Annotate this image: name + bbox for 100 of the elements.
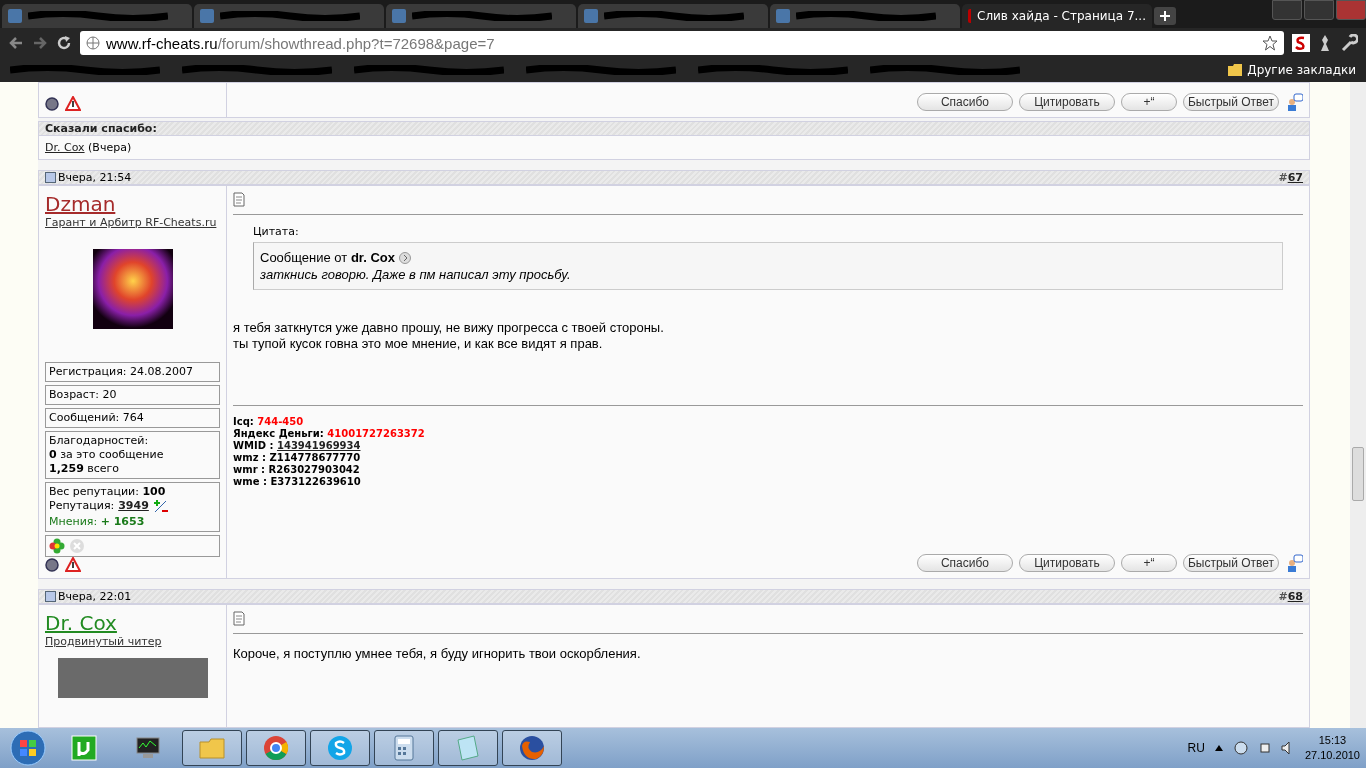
user-stat: Возраст: 20 xyxy=(45,385,220,405)
quote-label: Цитата: xyxy=(253,225,300,238)
chess-piece-icon[interactable] xyxy=(1318,34,1332,52)
clock[interactable]: 15:13 27.10.2010 xyxy=(1304,733,1360,763)
forward-icon[interactable] xyxy=(32,35,48,51)
reload-icon[interactable] xyxy=(56,35,72,51)
post-button[interactable]: +“ xyxy=(1121,554,1177,572)
post-date: Вчера, 21:54 xyxy=(58,171,132,184)
reputation-weight: Вес репутации: 100 xyxy=(49,485,167,499)
browser-tab[interactable] xyxy=(578,4,768,28)
page-icon xyxy=(584,9,598,23)
signature-line: Icq: 744-450 xyxy=(233,415,305,428)
view-post-icon[interactable] xyxy=(398,251,411,264)
page-icon xyxy=(200,9,214,23)
flower-icon[interactable] xyxy=(49,538,65,554)
thanks-heading: Сказали спасибо: xyxy=(45,122,157,135)
quick-reply-user-icon[interactable] xyxy=(1285,554,1303,572)
page-icon xyxy=(392,9,406,23)
post-number-link[interactable]: 67 xyxy=(1287,171,1303,184)
status-orb-icon xyxy=(45,557,59,572)
page-icon xyxy=(776,9,790,23)
signature-line: wme : E373122639610 xyxy=(233,475,362,488)
signature-line: wmz : Z114778677770 xyxy=(233,451,362,464)
plus-minus-icon[interactable] xyxy=(152,499,169,513)
warning-icon[interactable] xyxy=(65,557,81,572)
wrench-icon[interactable] xyxy=(1340,34,1358,52)
plus-icon xyxy=(1160,11,1170,21)
reputation-label: Репутация: xyxy=(49,499,115,513)
browser-tab[interactable] xyxy=(194,4,384,28)
user-stat: Сообщений: 764 xyxy=(45,408,220,428)
opinions-label: Мнения: xyxy=(49,515,99,528)
signature-line: Яндекс Деньги: 41001727263372 xyxy=(233,427,426,440)
user-title[interactable]: Продвинутый читер xyxy=(45,635,220,648)
back-icon[interactable] xyxy=(8,35,24,51)
scrollbar-thumb[interactable] xyxy=(1352,447,1364,501)
browser-tab[interactable] xyxy=(770,4,960,28)
network-icon[interactable] xyxy=(1232,741,1249,755)
reputation-link[interactable]: 3949 xyxy=(118,499,149,513)
notepad-icon xyxy=(454,734,482,762)
quote-text: заткнись говорю. Даже в пм написал эту просьбу. xyxy=(260,266,572,283)
globe-icon xyxy=(86,36,100,50)
browser-tab[interactable] xyxy=(386,4,576,28)
user-stat: Регистрация: 24.08.2007 xyxy=(45,362,220,382)
page-icon xyxy=(968,9,971,23)
firefox-icon xyxy=(518,734,546,762)
username-link[interactable]: Dzman xyxy=(45,192,220,216)
scrollbar[interactable] xyxy=(1350,82,1366,728)
taskbar-app[interactable] xyxy=(438,730,498,766)
post-icon xyxy=(45,172,56,183)
page-icon xyxy=(8,9,22,23)
message-text: я тебя заткнутся уже давно прошу, не вижу прогресса с твоей стороны. xyxy=(233,320,665,336)
address-bar[interactable]: www.rf-cheats.ru/forum/showthread.php?t=72698&page=7 xyxy=(80,31,1284,55)
folder-icon xyxy=(1228,64,1243,76)
quick-reply-user-icon[interactable] xyxy=(1285,93,1303,111)
thanks-stat: 1,259 всего xyxy=(49,462,121,476)
wmid-link[interactable]: 143941969934 xyxy=(276,439,361,451)
message-text: ты тупой кусок говна это мое мнение, и как все видят я прав. xyxy=(233,336,604,352)
post-button[interactable]: Быстрый Ответ xyxy=(1183,554,1279,572)
post-button[interactable]: Спасибо xyxy=(917,554,1013,572)
plug-icon[interactable] xyxy=(1258,741,1271,755)
post-number-link[interactable]: 68 xyxy=(1287,590,1303,603)
post-button[interactable]: Спасибо xyxy=(917,93,1013,111)
other-bookmarks[interactable]: Другие закладки xyxy=(1228,63,1356,77)
post-date: Вчера, 22:01 xyxy=(58,590,132,603)
taskbar-app[interactable] xyxy=(374,730,434,766)
status-orb-icon xyxy=(45,96,59,111)
new-tab-button[interactable] xyxy=(1154,7,1176,25)
message-text: Короче, я поступлю умнее тебя, я буду игнорить твои оскорбления. xyxy=(233,646,642,662)
taskbar-app[interactable] xyxy=(246,730,306,766)
user-title[interactable]: Гарант и Арбитр RF-Cheats.ru xyxy=(45,216,220,229)
user-link[interactable]: Dr. Cox xyxy=(45,141,85,154)
up-arrow-icon[interactable] xyxy=(1214,745,1223,751)
post-number: #68 xyxy=(1278,590,1303,603)
warning-icon[interactable] xyxy=(65,96,81,111)
quote-author: Сообщение от dr. Cox xyxy=(260,249,395,266)
utorrent-icon xyxy=(70,734,98,762)
post-number: #67 xyxy=(1278,171,1303,184)
username-link[interactable]: Dr. Cox xyxy=(45,611,220,635)
post-button[interactable]: +“ xyxy=(1121,93,1177,111)
document-icon xyxy=(233,192,245,207)
language-indicator[interactable]: RU xyxy=(1187,741,1205,755)
thanks-stat: Благодарностей: xyxy=(49,434,150,448)
chrome-icon xyxy=(262,734,290,762)
post-icon xyxy=(45,591,56,602)
extension-icon[interactable] xyxy=(1292,34,1310,52)
opinions-value: + 1653 xyxy=(100,515,145,528)
thanks-stat: 0 за это сообщение xyxy=(49,448,165,462)
browser-tab[interactable] xyxy=(2,4,192,28)
taskbar-app[interactable] xyxy=(182,730,242,766)
taskbar-app[interactable] xyxy=(502,730,562,766)
signature-line: WMID : 143941969934 xyxy=(233,439,362,452)
skype-icon xyxy=(326,734,354,762)
post-button[interactable]: Цитировать xyxy=(1019,554,1115,572)
signature-line: wmr : R263027903042 xyxy=(233,463,361,476)
taskbar-app[interactable] xyxy=(310,730,370,766)
document-icon xyxy=(233,611,245,626)
star-icon[interactable] xyxy=(1262,35,1278,51)
post-button[interactable]: Быстрый Ответ xyxy=(1183,93,1279,111)
browser-tab[interactable]: Слив хайда - Страница 7... xyxy=(962,4,1152,28)
post-button[interactable]: Цитировать xyxy=(1019,93,1115,111)
